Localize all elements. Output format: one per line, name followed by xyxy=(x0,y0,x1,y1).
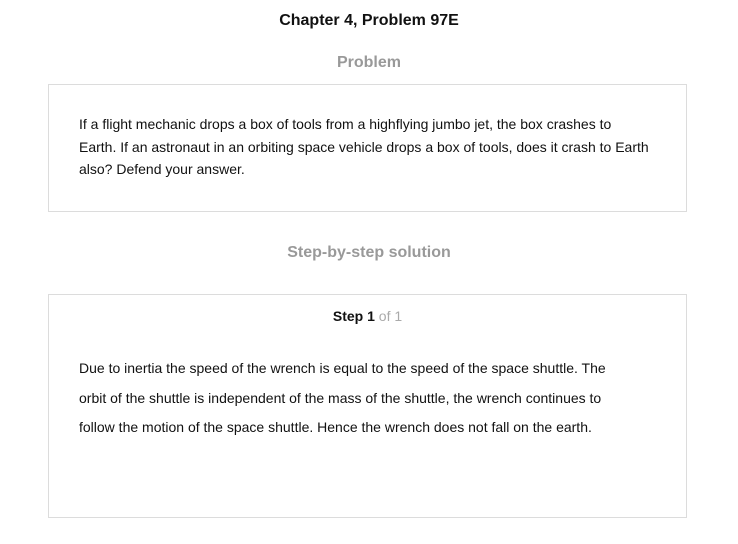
problem-heading: Problem xyxy=(336,54,401,71)
step-total: of 1 xyxy=(378,308,403,324)
chapter-title: Chapter 4, Problem 97E xyxy=(279,12,459,29)
step-word: Step xyxy=(332,308,364,324)
solution-heading: Step-by-step solution xyxy=(287,244,451,261)
solution-card: Step 1 of 1 Due to inertia the speed of … xyxy=(48,294,687,518)
problem-text: If a flight mechanic drops a box of tool… xyxy=(79,116,649,177)
solution-text: Due to inertia the speed of the wrench i… xyxy=(79,360,606,436)
problem-card: If a flight mechanic drops a box of tool… xyxy=(48,84,687,212)
step-number: 1 xyxy=(367,308,375,324)
step-indicator: Step 1 of 1 xyxy=(49,308,686,324)
